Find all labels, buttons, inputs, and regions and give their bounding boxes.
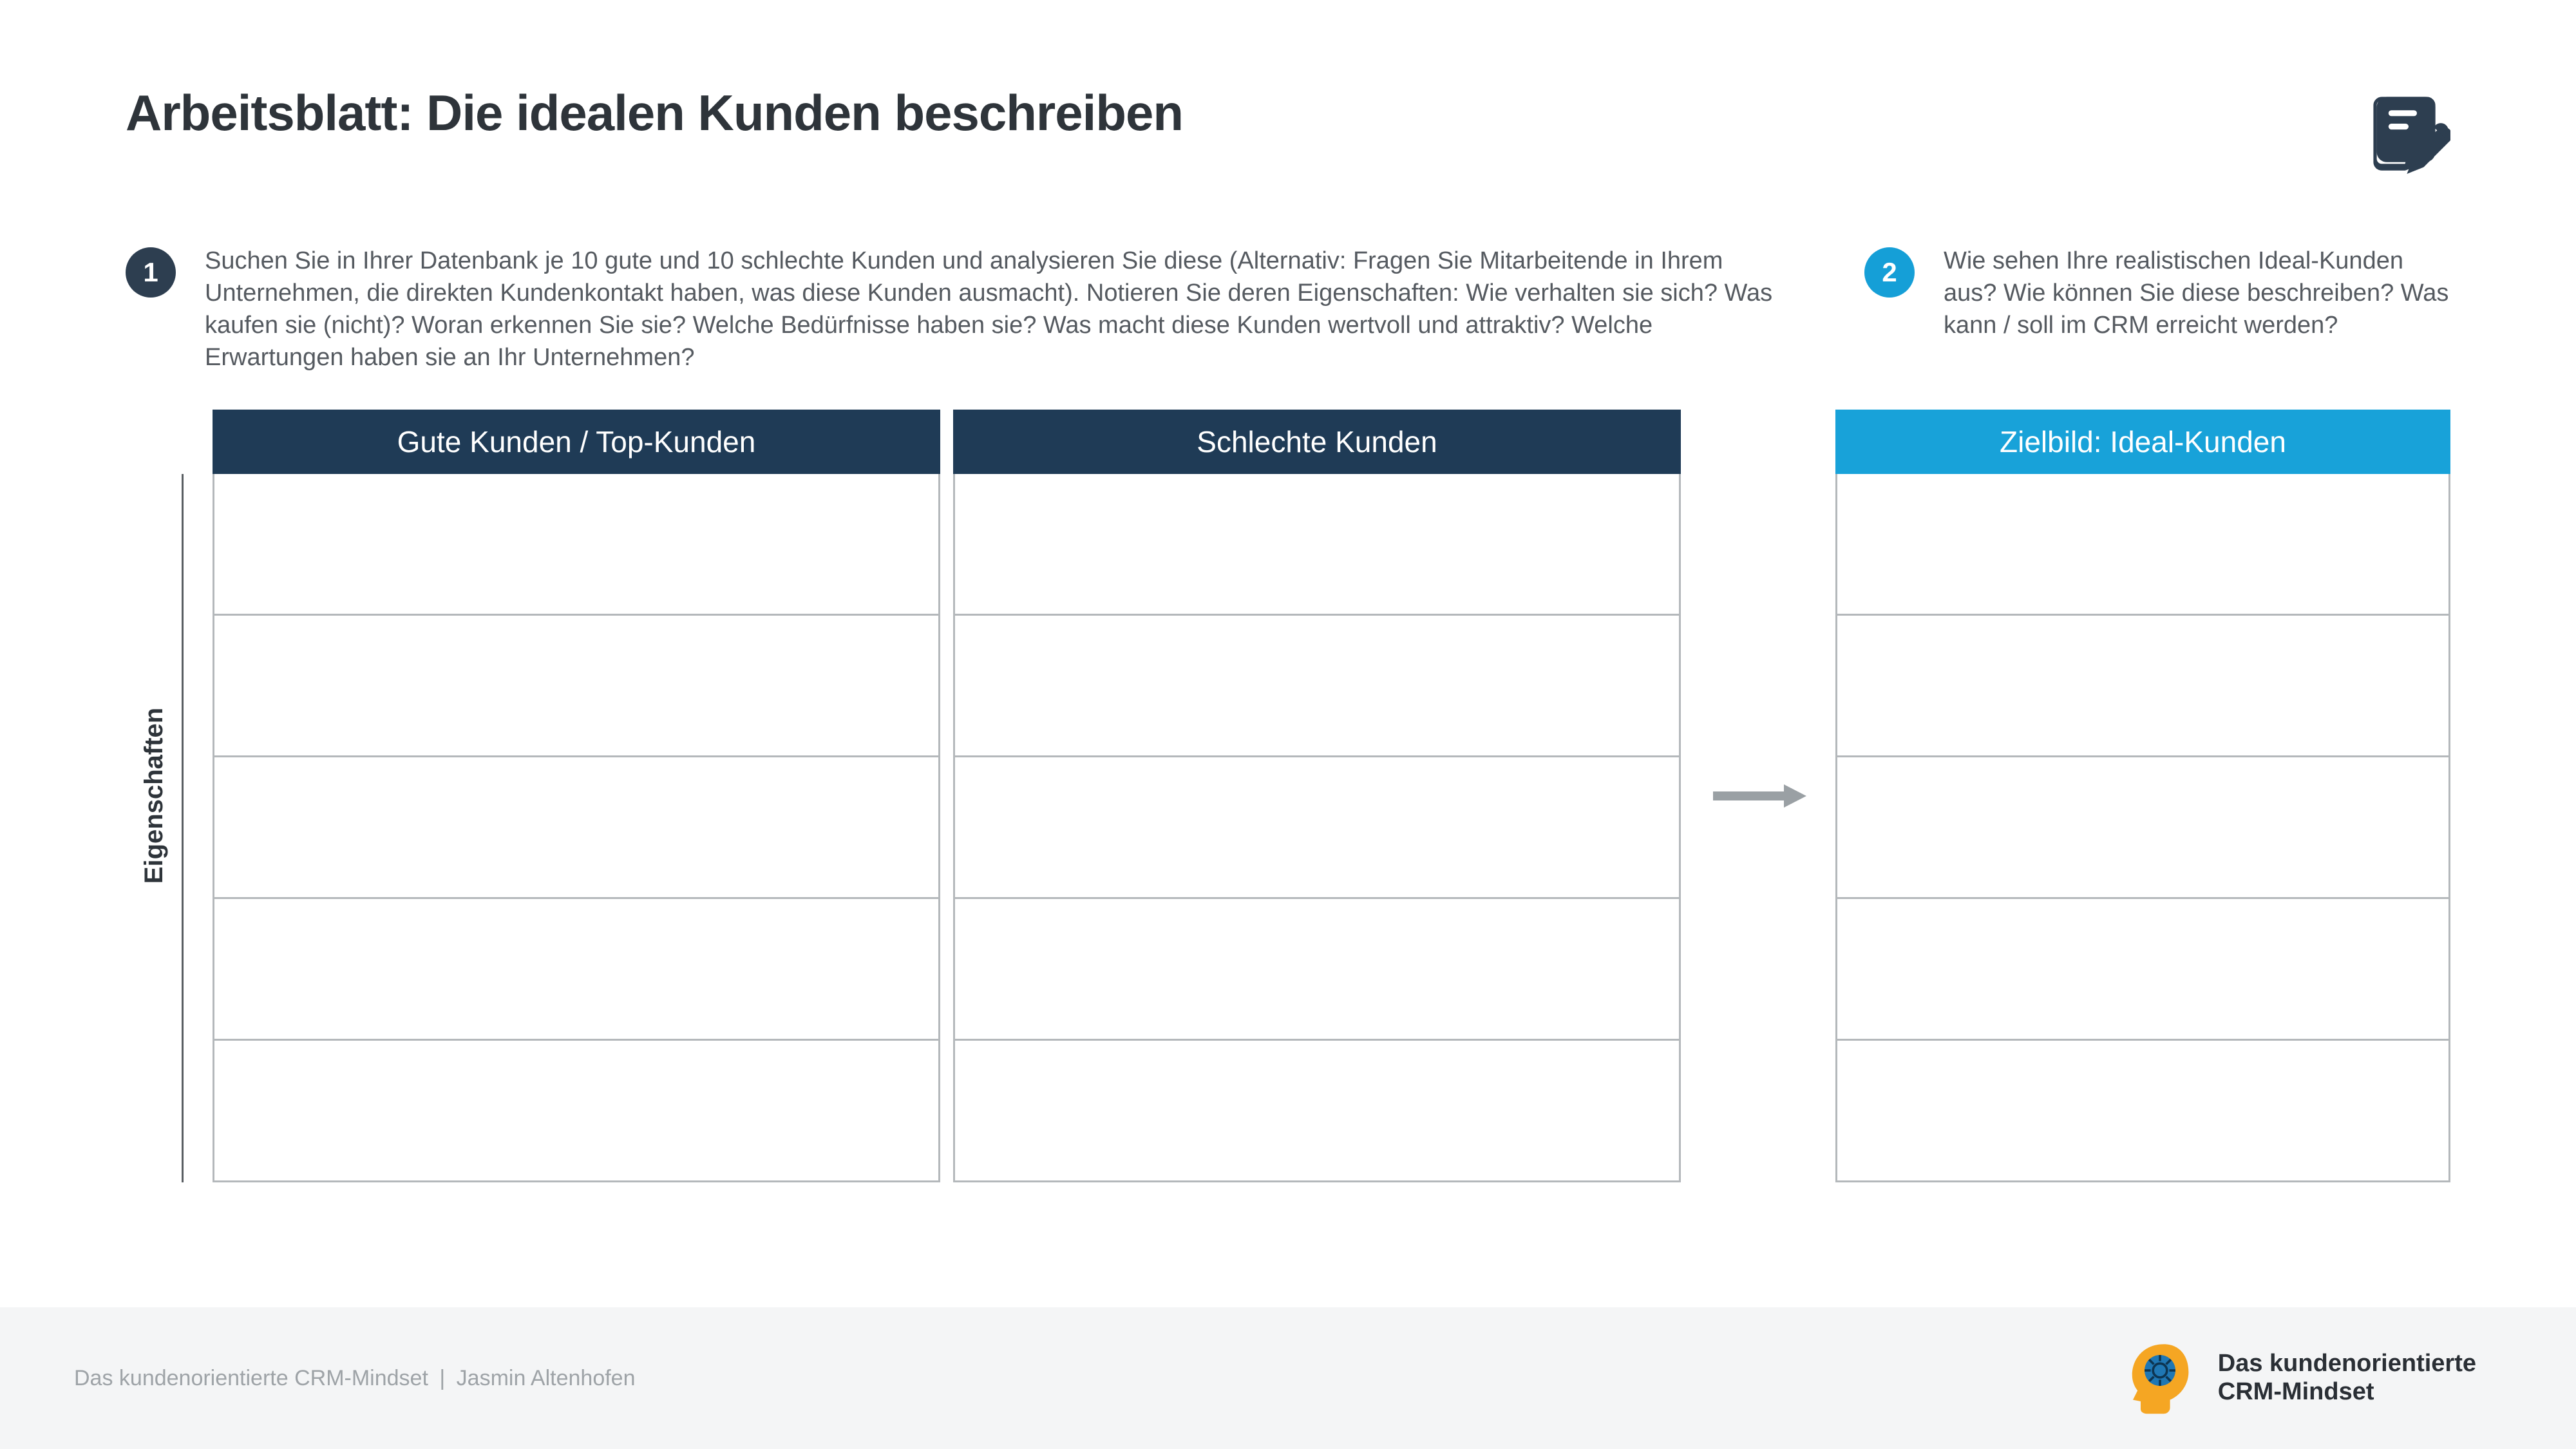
column-target-body [1835, 474, 2450, 1182]
brand-logo-icon [2121, 1340, 2199, 1417]
worksheet-area: Eigenschaften Gute Kunden / Top-Kunden [126, 410, 2450, 1182]
table-row[interactable] [955, 897, 1679, 1039]
table-row[interactable] [1837, 1039, 2448, 1180]
column-bad-header: Schlechte Kunden [953, 410, 1681, 474]
side-divider [182, 474, 184, 1182]
arrow-wrap [1694, 410, 1823, 1182]
table-row[interactable] [214, 474, 938, 614]
side-label-wrap: Eigenschaften [126, 410, 184, 1182]
brand-text: Das kundenorientierte CRM-Mindset [2218, 1350, 2476, 1406]
brand-line2: CRM-Mindset [2218, 1378, 2476, 1406]
column-target-header: Zielbild: Ideal-Kunden [1835, 410, 2450, 474]
table-row[interactable] [214, 755, 938, 897]
footer-text: Das kundenorientierte CRM-Mindset | Jasm… [74, 1366, 636, 1391]
side-label: Eigenschaften [140, 708, 169, 884]
column-bad-body [953, 474, 1681, 1182]
table-row[interactable] [1837, 897, 2448, 1039]
table-row[interactable] [1837, 614, 2448, 755]
column-target-customers: Zielbild: Ideal-Kunden [1835, 410, 2450, 1182]
table-row[interactable] [1837, 474, 2448, 614]
step-2-badge: 2 [1864, 247, 1915, 298]
table-row[interactable] [955, 755, 1679, 897]
column-good-header: Gute Kunden / Top-Kunden [213, 410, 940, 474]
step-1: 1 Suchen Sie in Ihrer Datenbank je 10 gu… [126, 245, 1787, 374]
footer-author: Jasmin Altenhofen [457, 1366, 636, 1390]
brand-line1: Das kundenorientierte [2218, 1350, 2476, 1378]
footer: Das kundenorientierte CRM-Mindset | Jasm… [0, 1307, 2576, 1449]
table-row[interactable] [955, 614, 1679, 755]
table-row[interactable] [1837, 755, 2448, 897]
step-1-text: Suchen Sie in Ihrer Datenbank je 10 gute… [205, 245, 1787, 374]
table-row[interactable] [214, 897, 938, 1039]
column-good-body [213, 474, 940, 1182]
column-good-customers: Gute Kunden / Top-Kunden [213, 410, 940, 1182]
footer-separator: | [439, 1366, 445, 1390]
step-2: 2 Wie sehen Ihre realistischen Ideal-Kun… [1864, 245, 2450, 374]
worksheet-edit-icon [2367, 90, 2450, 174]
table-row[interactable] [214, 614, 938, 755]
arrow-right-icon [1710, 783, 1806, 809]
column-bad-customers: Schlechte Kunden [953, 410, 1681, 1182]
table-row[interactable] [955, 1039, 1679, 1180]
brand: Das kundenorientierte CRM-Mindset [2121, 1340, 2476, 1417]
step-2-text: Wie sehen Ihre realistischen Ideal-Kunde… [1944, 245, 2450, 374]
step-1-badge: 1 [126, 247, 176, 298]
table-row[interactable] [955, 474, 1679, 614]
table-row[interactable] [214, 1039, 938, 1180]
footer-title: Das kundenorientierte CRM-Mindset [74, 1366, 428, 1390]
page-title: Arbeitsblatt: Die idealen Kunden beschre… [126, 84, 1183, 142]
